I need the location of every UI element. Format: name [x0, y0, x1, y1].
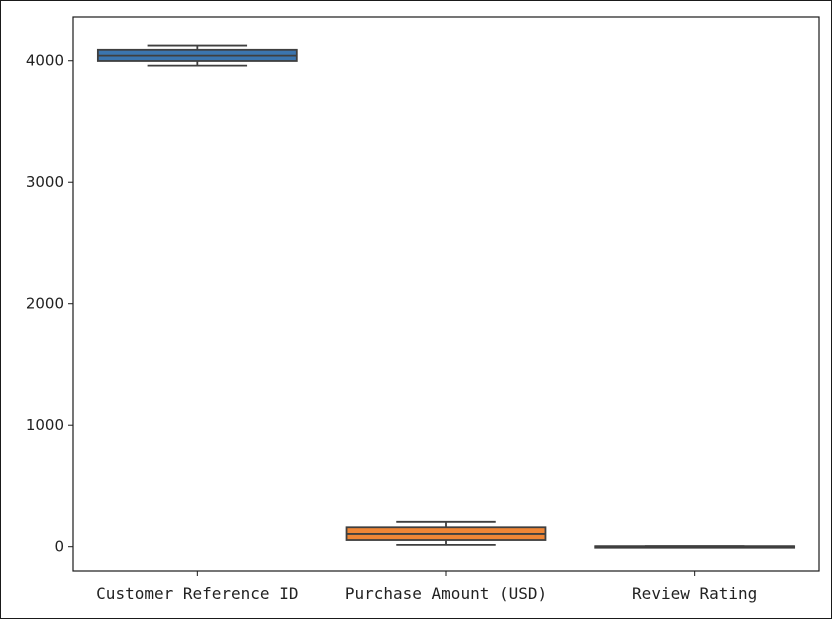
x-axis: Customer Reference ID Purchase Amount (US…: [96, 571, 757, 603]
y-tick-label: 2000: [26, 295, 64, 313]
y-tick-label: 0: [54, 538, 64, 556]
y-tick-label: 4000: [26, 52, 64, 70]
plot-area: [72, 16, 820, 572]
y-tick-label: 1000: [26, 416, 64, 434]
y-axis: 0 1000 2000 3000 4000: [26, 52, 73, 556]
x-tick-label: Customer Reference ID: [96, 584, 298, 603]
box-3: [594, 545, 796, 549]
y-tick-label: 3000: [26, 173, 64, 191]
x-tick-label: Purchase Amount (USD): [345, 584, 547, 603]
boxplot-chart: 0 1000 2000 3000 4000 Customer Reference ID P…: [26, 16, 820, 603]
x-tick-label: Review Rating: [632, 584, 757, 603]
